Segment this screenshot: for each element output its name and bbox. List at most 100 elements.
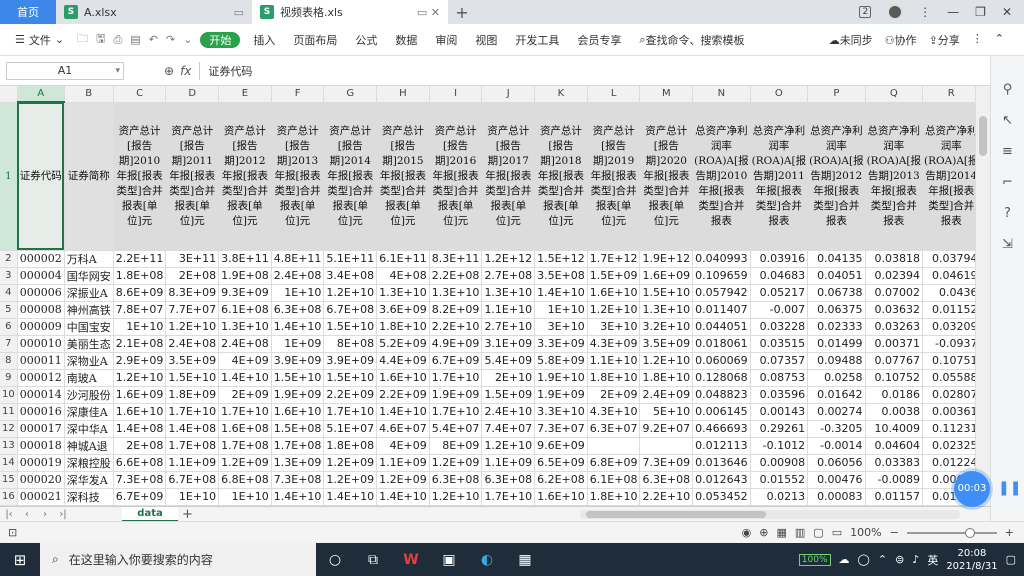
- table-cell[interactable]: 000012: [17, 369, 65, 387]
- table-cell[interactable]: 1.7E+12: [587, 250, 641, 268]
- network-icon[interactable]: ⊜: [895, 553, 904, 566]
- table-cell[interactable]: 7.3E+08: [271, 471, 325, 489]
- table-cell[interactable]: 0.0213: [750, 488, 809, 506]
- table-cell[interactable]: 0.05217: [750, 284, 809, 302]
- table-cell[interactable]: 6.1E+08: [587, 471, 641, 489]
- row-number[interactable]: 3: [0, 267, 18, 285]
- header-cell[interactable]: 资产总计[报告期]2013年报[报表类型]合并报表[单位]元: [271, 102, 325, 251]
- table-cell[interactable]: 8.2E+09: [429, 301, 483, 319]
- table-cell[interactable]: 1.4E+10: [271, 318, 325, 336]
- row-number[interactable]: 13: [0, 437, 18, 455]
- table-cell[interactable]: 0.00143: [750, 403, 809, 421]
- table-cell[interactable]: 2E+08: [113, 437, 167, 455]
- table-cell[interactable]: 深康佳A: [64, 403, 114, 421]
- table-cell[interactable]: 深振业A: [64, 284, 114, 302]
- table-cell[interactable]: 1.3E+10: [218, 318, 272, 336]
- restore-icon[interactable]: ❐: [975, 5, 986, 19]
- table-cell[interactable]: 6.1E+08: [218, 301, 272, 319]
- table-cell[interactable]: 0.02807: [922, 386, 975, 404]
- page-break-view-icon[interactable]: ▢: [813, 526, 823, 539]
- table-cell[interactable]: 0.128068: [692, 369, 751, 387]
- table-cell[interactable]: 1.9E+09: [271, 386, 325, 404]
- table-cell[interactable]: 1.6E+10: [376, 369, 430, 387]
- table-cell[interactable]: 0.01499: [807, 335, 866, 353]
- column-header[interactable]: D: [165, 86, 220, 103]
- bracket-icon[interactable]: ⌐: [1002, 175, 1013, 190]
- table-cell[interactable]: 1.5E+10: [165, 369, 220, 387]
- select-all-corner[interactable]: [0, 86, 18, 103]
- table-cell[interactable]: [639, 437, 694, 455]
- table-cell[interactable]: 0.040993: [692, 250, 751, 268]
- column-header[interactable]: I: [429, 86, 483, 103]
- table-cell[interactable]: 3.5E+09: [165, 352, 220, 370]
- table-cell[interactable]: 0.013646: [692, 454, 751, 472]
- last-sheet-icon[interactable]: ›|: [54, 509, 72, 520]
- redo-icon[interactable]: ↷: [162, 33, 179, 46]
- table-cell[interactable]: 9.2E+07: [639, 420, 694, 438]
- table-cell[interactable]: 10.4009: [865, 420, 924, 438]
- table-cell[interactable]: 国华网安: [64, 267, 114, 285]
- table-cell[interactable]: 1.4E+10: [376, 488, 430, 506]
- notification-icon[interactable]: ▢: [1006, 553, 1016, 566]
- header-cell[interactable]: 资产总计[报告期]2015年报[报表类型]合并报表[单位]元: [376, 102, 430, 251]
- table-cell[interactable]: 000017: [17, 420, 65, 438]
- table-cell[interactable]: 1.5E+10: [639, 284, 694, 302]
- table-cell[interactable]: 7.3E+07: [534, 420, 588, 438]
- table-cell[interactable]: 4.6E+07: [376, 420, 430, 438]
- table-cell[interactable]: 6.8E+09: [587, 454, 641, 472]
- table-cell[interactable]: 1.3E+09: [271, 454, 325, 472]
- pin-icon[interactable]: ⚲: [1003, 82, 1013, 97]
- row-number[interactable]: 8: [0, 352, 18, 370]
- table-cell[interactable]: 2.2E+09: [323, 386, 378, 404]
- table-cell[interactable]: 3.2E+10: [639, 318, 694, 336]
- table-cell[interactable]: 0.03794: [922, 250, 975, 268]
- column-header[interactable]: O: [750, 86, 809, 103]
- table-cell[interactable]: [587, 437, 641, 455]
- table-cell[interactable]: 3.1E+09: [481, 335, 536, 353]
- table-cell[interactable]: 0.053452: [692, 488, 751, 506]
- table-cell[interactable]: 深物业A: [64, 352, 114, 370]
- table-cell[interactable]: -0.1012: [750, 437, 809, 455]
- table-cell[interactable]: 万科A: [64, 250, 114, 268]
- add-sheet-button[interactable]: +: [182, 507, 193, 522]
- table-cell[interactable]: 1.8E+10: [587, 369, 641, 387]
- table-cell[interactable]: 0.00371: [865, 335, 924, 353]
- table-cell[interactable]: 1.6E+10: [113, 403, 167, 421]
- name-box[interactable]: A1: [6, 61, 124, 80]
- settings-icon[interactable]: ≡: [1002, 144, 1013, 159]
- table-cell[interactable]: 1.1E+09: [481, 454, 536, 472]
- table-cell[interactable]: 2.2E+08: [429, 267, 483, 285]
- table-cell[interactable]: 5E+10: [639, 403, 694, 421]
- tab-member[interactable]: 会员专享: [568, 24, 630, 56]
- column-header[interactable]: M: [639, 86, 694, 103]
- table-cell[interactable]: 5.4E+07: [429, 420, 483, 438]
- zoom-level[interactable]: 100%: [850, 526, 881, 539]
- page-layout-view-icon[interactable]: ▥: [795, 526, 805, 539]
- table-cell[interactable]: 0.03818: [865, 250, 924, 268]
- table-cell[interactable]: 000004: [17, 267, 65, 285]
- calculator-icon[interactable]: ▦: [506, 552, 544, 568]
- table-cell[interactable]: 000009: [17, 318, 65, 336]
- clock[interactable]: 20:08 2021/8/31: [946, 547, 997, 573]
- table-cell[interactable]: 3.5E+09: [639, 335, 694, 353]
- table-cell[interactable]: 000002: [17, 250, 65, 268]
- column-header[interactable]: Q: [865, 86, 924, 103]
- table-cell[interactable]: 2E+09: [587, 386, 641, 404]
- prev-sheet-icon[interactable]: ‹: [18, 509, 36, 520]
- table-cell[interactable]: 3E+10: [587, 318, 641, 336]
- table-cell[interactable]: 1.1E+10: [587, 352, 641, 370]
- table-cell[interactable]: 5.2E+09: [376, 335, 430, 353]
- header-cell[interactable]: 总资产净利润率(ROA)A[报告期]2013年报[报表类型]合并报表: [865, 102, 924, 251]
- table-cell[interactable]: 2.2E+11: [113, 250, 167, 268]
- table-cell[interactable]: 4.3E+10: [587, 403, 641, 421]
- table-cell[interactable]: 1.8E+10: [639, 369, 694, 387]
- table-cell[interactable]: 1.9E+09: [534, 386, 588, 404]
- row-number[interactable]: 4: [0, 284, 18, 302]
- folder-icon[interactable]: 🗀: [73, 30, 92, 49]
- table-cell[interactable]: 1.5E+12: [534, 250, 588, 268]
- tab-formulas[interactable]: 公式: [346, 24, 386, 56]
- table-cell[interactable]: 4E+09: [376, 437, 430, 455]
- battery-indicator[interactable]: 100%: [798, 553, 831, 566]
- table-cell[interactable]: 1.2E+10: [429, 488, 483, 506]
- table-cell[interactable]: 1.7E+10: [481, 488, 536, 506]
